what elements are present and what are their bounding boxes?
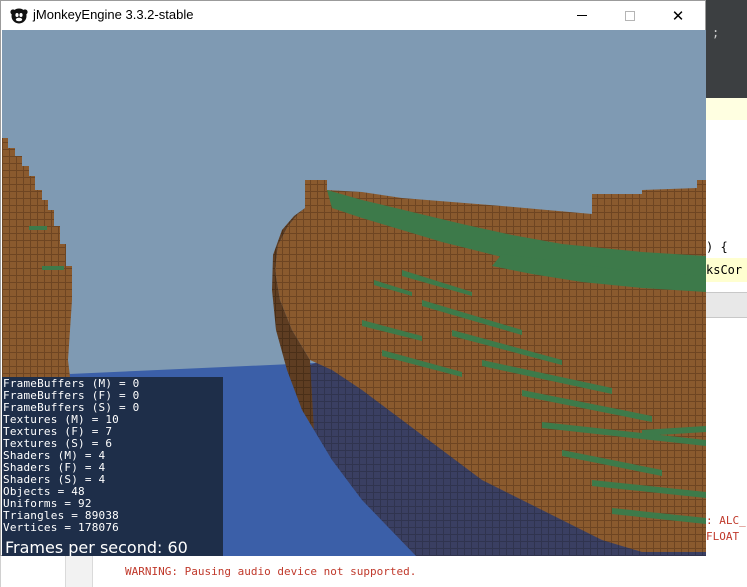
ide-current-line: ksCor [706, 258, 747, 282]
ide-code-fragment: ) { [706, 240, 728, 254]
ide-error-fragment: FLOAT [706, 530, 740, 543]
maximize-icon [625, 10, 635, 21]
ide-output-pane: WARNING: Pausing audio device not suppor… [0, 556, 706, 587]
ide-editor-pane: ; ) { ksCor : ALC_ FLOAT [706, 0, 747, 587]
app-window: jMonkeyEngine 3.3.2-stable ✕ FrameBuffer… [0, 0, 706, 556]
ide-error-fragment: : ALC_ [706, 514, 746, 527]
ide-highlight-line [706, 98, 747, 120]
render-stats-list: FrameBuffers (M) = 0 FrameBuffers (F) = … [3, 378, 139, 534]
minimize-button[interactable] [559, 1, 605, 30]
ide-code-fragment: ksCor [706, 263, 743, 277]
ide-toolbar-area: ; [706, 0, 747, 98]
jmonkey-app-icon [10, 7, 28, 24]
close-icon: ✕ [671, 6, 685, 25]
close-button[interactable]: ✕ [655, 1, 701, 30]
game-viewport[interactable]: FrameBuffers (M) = 0 FrameBuffers (F) = … [2, 30, 706, 556]
minimize-icon [577, 15, 587, 16]
render-stats-overlay: FrameBuffers (M) = 0 FrameBuffers (F) = … [2, 377, 223, 556]
window-titlebar[interactable]: jMonkeyEngine 3.3.2-stable ✕ [1, 1, 705, 30]
stat-line: Vertices = 178076 [3, 521, 119, 534]
ide-output-gutter [65, 556, 93, 587]
audio-warning-text: WARNING: Pausing audio device not suppor… [125, 565, 417, 578]
maximize-button[interactable] [607, 1, 653, 30]
ide-code-fragment: ; [712, 26, 720, 40]
ide-output-tabs[interactable] [706, 292, 747, 318]
window-title: jMonkeyEngine 3.3.2-stable [33, 7, 194, 22]
fps-counter: Frames per second: 60 [5, 538, 188, 556]
